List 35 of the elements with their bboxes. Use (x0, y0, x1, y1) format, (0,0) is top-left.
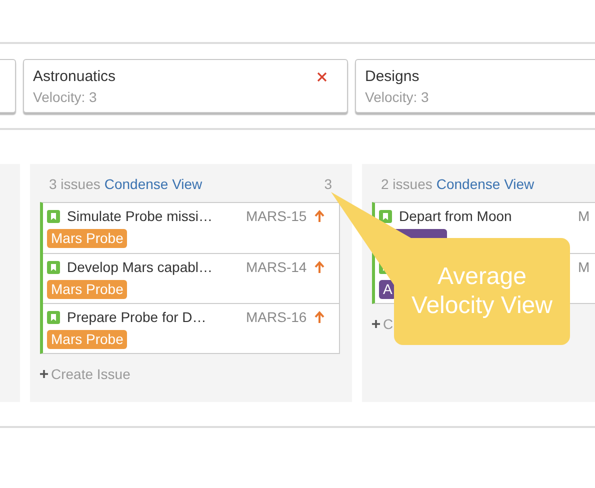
sprint-card[interactable]: Astronuatics Velocity: 3 (23, 59, 348, 113)
plus-icon (372, 320, 380, 328)
issue-key: M (578, 259, 590, 275)
story-icon (47, 210, 60, 222)
issue-count: 2 issues (381, 176, 432, 192)
issue-card[interactable]: Develop Mars capabl… MARS-14 Mars Probe (43, 253, 339, 303)
issue-title: Develop Mars capabl… (67, 259, 214, 275)
epic-tag: Mars Probe (47, 280, 128, 299)
epic-tag: Mars Probe (47, 229, 128, 248)
close-icon (317, 72, 327, 82)
issue-key: MARS-15 (246, 208, 307, 224)
story-icon (379, 210, 392, 222)
callout-tooltip-text: Average Velocity View (410, 262, 554, 320)
sprint-velocity: Velocity: 3 (365, 89, 429, 105)
issue-key: MARS-14 (246, 259, 307, 275)
close-button[interactable] (315, 70, 329, 84)
epic-tag: Mars Probe (47, 330, 128, 349)
story-icon (47, 260, 60, 274)
issue-count: 3 issues (49, 176, 100, 192)
sprint-velocity: Velocity: 3 (33, 89, 97, 105)
sprint-card[interactable]: Designs Velocity: 3 (355, 59, 595, 113)
column-points: 3 (324, 176, 332, 192)
issue-key: M (578, 208, 590, 224)
issue-title: Depart from Moon (399, 208, 513, 224)
sprint-name: Astronuatics (33, 68, 116, 85)
sprint-name: Designs (365, 68, 420, 85)
condense-view-link[interactable]: Condense View (104, 176, 202, 192)
issue-title: Simulate Probe missi… (67, 208, 214, 224)
issue-card[interactable]: Simulate Probe missi… MARS-15 Mars Probe (43, 203, 339, 253)
condense-view-link[interactable]: Condense View (436, 176, 534, 192)
story-icon (47, 310, 60, 324)
issue-card[interactable]: Prepare Probe for D… MARS-16 Mars Probe (43, 303, 339, 353)
issue-title: Prepare Probe for D… (67, 309, 208, 325)
plus-icon (40, 370, 48, 378)
issue-key: MARS-16 (246, 309, 307, 325)
